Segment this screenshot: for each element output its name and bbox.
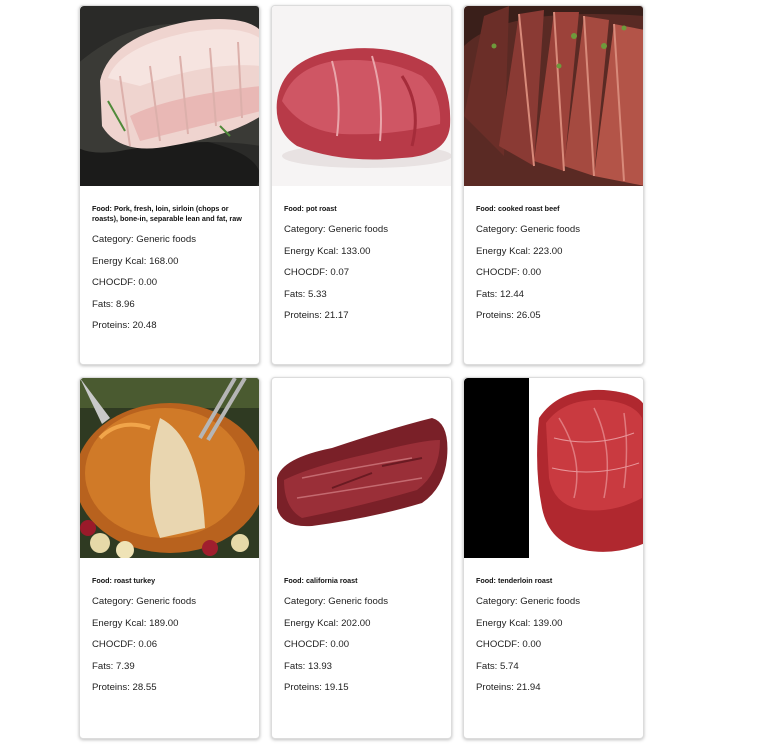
food-card[interactable]: Food: pot roast Category: Generic foods … [271, 5, 452, 365]
raw-beef-cut-photo [272, 378, 451, 558]
food-card[interactable]: Food: cooked roast beef Category: Generi… [463, 5, 644, 365]
energy-field: Energy Kcal: 189.00 [92, 617, 179, 629]
category-field: Category: Generic foods [284, 596, 388, 607]
energy-field: Energy Kcal: 133.00 [284, 245, 371, 257]
proteins-field: Proteins: 21.17 [284, 310, 349, 321]
energy-field: Energy Kcal: 168.00 [92, 255, 179, 267]
chocdf-field: CHOCDF: 0.06 [92, 639, 158, 650]
chocdf-field: CHOCDF: 0.00 [284, 639, 350, 650]
food-card[interactable]: Food: california roast Category: Generic… [271, 377, 452, 739]
food-name: Food: tenderloin roast [476, 576, 553, 585]
energy-field: Energy Kcal: 202.00 [284, 617, 371, 629]
food-card[interactable]: Food: roast turkey Category: Generic foo… [79, 377, 260, 739]
energy-field: Energy Kcal: 223.00 [476, 245, 563, 257]
chocdf-field: CHOCDF: 0.00 [476, 267, 542, 278]
fats-field: Fats: 5.33 [284, 288, 327, 300]
fats-field: Fats: 13.93 [284, 660, 333, 672]
proteins-field: Proteins: 28.55 [92, 682, 157, 693]
raw-tenderloin-photo [464, 378, 643, 558]
fats-field: Fats: 12.44 [476, 288, 525, 300]
energy-field: Energy Kcal: 139.00 [476, 617, 563, 629]
food-card[interactable]: Food: tenderloin roast Category: Generic… [463, 377, 644, 739]
food-name: Food: cooked roast beef [476, 204, 560, 213]
raw-pork-loin-photo [80, 6, 259, 186]
food-card-grid: Food: Pork, fresh, loin, sirloin (chops … [79, 5, 644, 739]
food-name: Food: pot roast [284, 204, 337, 213]
proteins-field: Proteins: 19.15 [284, 682, 349, 693]
category-field: Category: Generic foods [476, 224, 580, 235]
raw-beef-roast-photo [272, 6, 451, 186]
fats-field: Fats: 8.96 [92, 298, 135, 310]
chocdf-field: CHOCDF: 0.07 [284, 267, 350, 278]
food-name: Food: roast turkey [92, 576, 156, 585]
proteins-field: Proteins: 20.48 [92, 320, 157, 331]
proteins-field: Proteins: 21.94 [476, 682, 541, 693]
sliced-roast-beef-photo [464, 6, 643, 186]
food-card[interactable]: Food: Pork, fresh, loin, sirloin (chops … [79, 5, 260, 365]
category-field: Category: Generic foods [476, 596, 580, 607]
fats-field: Fats: 5.74 [476, 660, 519, 672]
food-name: Food: california roast [284, 576, 358, 585]
chocdf-field: CHOCDF: 0.00 [92, 277, 158, 288]
category-field: Category: Generic foods [284, 224, 388, 235]
food-name: Food: Pork, fresh, loin, sirloin (chops … [92, 204, 242, 223]
chocdf-field: CHOCDF: 0.00 [476, 639, 542, 650]
proteins-field: Proteins: 26.05 [476, 310, 541, 321]
category-field: Category: Generic foods [92, 234, 196, 245]
category-field: Category: Generic foods [92, 596, 196, 607]
fats-field: Fats: 7.39 [92, 660, 135, 672]
roast-turkey-photo [80, 378, 259, 558]
